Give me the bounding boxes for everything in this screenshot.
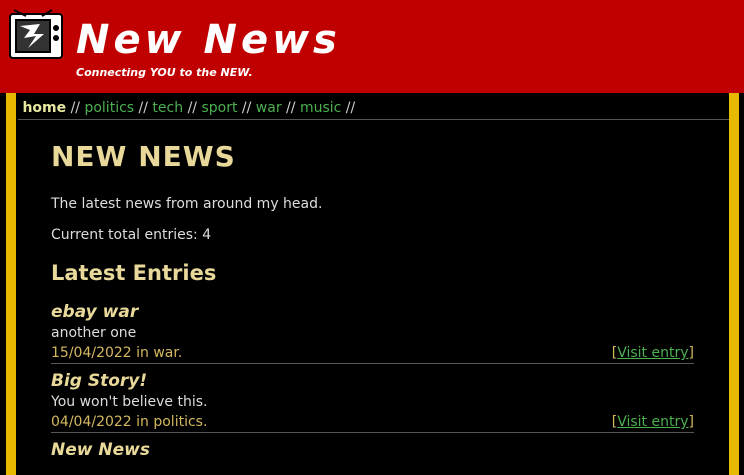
entry-summary: another one bbox=[51, 325, 137, 341]
nav-separator: // bbox=[345, 100, 356, 116]
visit-entry-link[interactable]: Visit entry bbox=[617, 414, 688, 430]
page-frame: home // politics // tech // sport // war… bbox=[6, 93, 739, 475]
entry-title[interactable]: ebay war bbox=[51, 301, 694, 323]
entry-meta: 15/04/2022 in war. [Visit entry] bbox=[51, 343, 694, 364]
entry-title[interactable]: Big Story! bbox=[51, 370, 694, 392]
intro-text: The latest news from around my head. bbox=[51, 196, 323, 212]
site-title[interactable]: New News bbox=[76, 14, 341, 66]
content-area: home // politics // tech // sport // war… bbox=[16, 93, 729, 475]
retro-tv-icon[interactable] bbox=[6, 6, 66, 64]
visit-entry-wrapper: [Visit entry] bbox=[611, 414, 694, 430]
nav-separator: // bbox=[286, 100, 296, 116]
page-title: NEW NEWS bbox=[51, 140, 236, 173]
nav-item-music[interactable]: music bbox=[300, 100, 341, 116]
nav-separator: // bbox=[187, 100, 197, 116]
entry-title[interactable]: New News bbox=[51, 439, 694, 461]
nav-item-home[interactable]: home bbox=[22, 100, 66, 116]
total-entries-text: Current total entries: 4 bbox=[51, 227, 212, 243]
visit-entry-wrapper: [Visit entry] bbox=[611, 345, 694, 361]
site-header: New News Connecting YOU to the NEW. bbox=[0, 0, 744, 93]
entry-meta: 04/04/2022 in politics. [Visit entry] bbox=[51, 412, 694, 433]
main-nav: home // politics // tech // sport // war… bbox=[18, 99, 729, 120]
visit-entry-link[interactable]: Visit entry bbox=[617, 345, 688, 361]
site-tagline: Connecting YOU to the NEW. bbox=[76, 66, 253, 79]
nav-separator: // bbox=[138, 100, 148, 116]
main-content: NEW NEWS The latest news from around my … bbox=[51, 139, 694, 461]
nav-item-sport[interactable]: sport bbox=[201, 100, 237, 116]
entry-card: ebay war another one 15/04/2022 in war. … bbox=[51, 301, 694, 364]
nav-separator: // bbox=[241, 100, 252, 116]
latest-entries-heading: Latest Entries bbox=[51, 261, 217, 285]
entry-summary: You won't believe this. bbox=[51, 394, 208, 410]
entry-date-category: 15/04/2022 in war. bbox=[51, 345, 183, 361]
nav-item-war[interactable]: war bbox=[256, 100, 282, 116]
entry-card: New News bbox=[51, 439, 694, 461]
nav-item-politics[interactable]: politics bbox=[84, 100, 134, 116]
entry-date-category: 04/04/2022 in politics. bbox=[51, 414, 208, 430]
nav-item-tech[interactable]: tech bbox=[152, 100, 183, 116]
entry-card: Big Story! You won't believe this. 04/04… bbox=[51, 370, 694, 433]
nav-separator: // bbox=[70, 100, 81, 116]
